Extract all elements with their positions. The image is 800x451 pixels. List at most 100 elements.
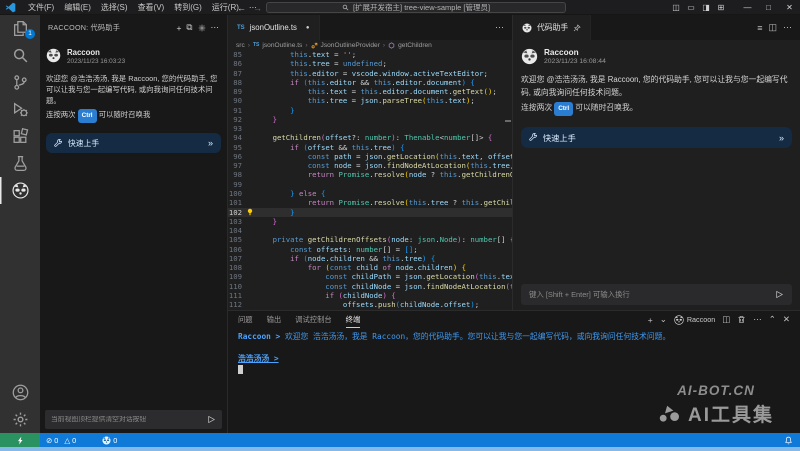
close-x-icon[interactable]: ✕ [783,314,790,325]
assistant-chat-input[interactable] [529,290,770,299]
activity-search-icon[interactable] [0,42,40,69]
line-text: offsets.push(childNode.offset); [255,300,512,309]
terminal-selector[interactable]: Raccoon [674,315,715,325]
panel-tab-调试控制台[interactable]: 调试控制台 [295,311,331,328]
activity-explorer-icon[interactable]: 1 [0,15,40,42]
code-line-107[interactable]: 107 if (node.children && this.tree) { [228,254,512,263]
sidebar-chat-inputbox[interactable] [45,410,222,429]
editor-group-code: TS jsonOutline.ts ● ⋯ src›TSjsonOutline.… [228,15,512,310]
panel-tab-问题[interactable]: 问题 [238,311,253,328]
back-icon[interactable]: ← [237,3,246,13]
notifications-bell[interactable] [784,436,800,445]
toggle-secondary-icon[interactable]: ◨ [700,3,712,12]
tab-assistant[interactable]: 代码助手 [513,15,591,40]
line-text: } [255,115,512,124]
menu-item-4[interactable]: 转到(G) [169,0,207,15]
menu-item-2[interactable]: 选择(S) [96,0,133,15]
watermark-text-1: AI-BOT.CN [658,383,774,398]
send-icon[interactable] [207,415,216,424]
activity-account-icon[interactable] [0,379,40,406]
minimize-icon[interactable]: — [737,3,758,12]
menu-item-0[interactable]: 文件(F) [23,0,59,15]
code-line-102[interactable]: 102 } [228,208,512,217]
code-line-111[interactable]: 111 if (childNode) { [228,291,512,300]
command-center-search[interactable]: [扩展开发宿主] tree-view-sample [管理员] [266,2,566,13]
assistant-chat-inputbox[interactable] [521,284,792,305]
code-line-97[interactable]: 97 const node = json.findNodeAtLocation(… [228,161,512,170]
remote-indicator[interactable] [0,433,40,447]
code-line-91[interactable]: 91 } [228,106,512,115]
send-icon[interactable] [775,290,784,299]
more-icon[interactable]: ⋯ [753,314,762,325]
code-line-87[interactable]: 87 this.editor = vscode.window.activeTex… [228,69,512,78]
breadcrumb-item[interactable]: getChildren [398,42,432,49]
toggle-panel-icon[interactable]: ▭ [685,3,697,12]
quickstart-button[interactable]: 快速上手 » [521,127,792,148]
toggle-sidebar-icon[interactable]: ◫ [670,3,682,12]
menu-icon[interactable]: ≡ [757,23,762,33]
more-icon[interactable]: ⋯ [211,22,220,33]
chevron-up-icon[interactable]: ⌃ [769,314,776,325]
maximize-icon[interactable]: □ [758,3,779,12]
code-line-105[interactable]: 105 private getChildrenOffsets(node: jso… [228,235,512,244]
menu-item-3[interactable]: 查看(V) [133,0,170,15]
code-line-88[interactable]: 88 if (this.editor && this.editor.docume… [228,78,512,87]
settings-small-icon[interactable] [198,24,206,32]
split-icon[interactable]: ◫ [722,314,730,325]
pin-icon[interactable] [573,24,581,32]
code-line-106[interactable]: 106 const offsets: number[] = []; [228,245,512,254]
code-line-99[interactable]: 99 [228,180,512,189]
raccoon-status[interactable]: 0 [96,436,123,445]
code-line-109[interactable]: 109 const childPath = json.getLocation(t… [228,272,512,281]
panel-tab-输出[interactable]: 输出 [267,311,282,328]
code-line-101[interactable]: 101 return Promise.resolve(this.tree ? t… [228,198,512,207]
trash-icon[interactable] [737,315,746,324]
sidebar-chat-input[interactable] [51,416,203,423]
code-line-92[interactable]: 92 } [228,115,512,124]
layout-icon[interactable]: ⊞ [715,3,727,12]
activity-testing-icon[interactable] [0,150,40,177]
problems-status[interactable]: ⊘ 0 △ 0 [40,436,82,445]
code-line-89[interactable]: 89 this.text = this.editor.document.getT… [228,87,512,96]
code-line-108[interactable]: 108 for (const child of node.children) { [228,263,512,272]
code-line-85[interactable]: 85 this.text = ''; [228,50,512,59]
code-line-103[interactable]: 103 } [228,217,512,226]
code-line-90[interactable]: 90 this.tree = json.parseTree(this.text)… [228,96,512,105]
assistant-panel-body: Raccoon 2023/11/23 16:08:44 欢迎您 @浩浩汤汤, 我… [513,40,800,310]
panel-tab-终端[interactable]: 终端 [346,311,361,328]
activity-extensions-icon[interactable] [0,123,40,150]
chevron-down-icon[interactable]: ⌄ [660,314,667,325]
plus-icon[interactable]: + [648,315,653,325]
code-line-104[interactable]: 104 [228,226,512,235]
code-line-98[interactable]: 98 return Promise.resolve(node ? this.ge… [228,170,512,179]
export-icon[interactable]: ⧉ [186,22,192,33]
breadcrumb[interactable]: src›TSjsonOutline.ts›JsonOutlineProvider… [228,40,512,50]
activity-source-control-icon[interactable] [0,69,40,96]
code-editor[interactable]: 85 this.text = '';86 this.tree = undefin… [228,50,512,310]
split-icon[interactable]: ◫ [768,22,777,33]
quickstart-button[interactable]: 快速上手 » [46,133,221,153]
close-icon[interactable]: ✕ [779,3,800,12]
code-line-95[interactable]: 95 if (offset && this.tree) { [228,143,512,152]
code-line-100[interactable]: 100 } else { [228,189,512,198]
code-line-112[interactable]: 112 offsets.push(childNode.offset); [228,300,512,309]
code-line-110[interactable]: 110 const childNode = json.findNodeAtLoc… [228,282,512,291]
code-line-93[interactable]: 93 [228,124,512,133]
breadcrumb-item[interactable]: jsonOutline.ts [262,42,302,49]
breadcrumb-item[interactable]: src [236,42,245,49]
code-line-86[interactable]: 86 this.tree = undefined; [228,59,512,68]
code-line-96[interactable]: 96 const path = json.getLocation(this.te… [228,152,512,161]
activity-raccoon-icon[interactable] [0,177,40,204]
more-icon[interactable]: ⋯ [495,22,504,33]
activity-settings-icon[interactable] [0,406,40,433]
menu-item-1[interactable]: 编辑(E) [59,0,96,15]
breadcrumb-item[interactable]: JsonOutlineProvider [321,42,380,49]
gutter-margin [246,180,255,189]
activity-run-debug-icon[interactable] [0,96,40,123]
forward-icon[interactable]: → [253,3,262,13]
more-icon[interactable]: ⋯ [783,22,792,33]
tab-jsonoutline[interactable]: TS jsonOutline.ts ● [228,15,320,40]
code-line-94[interactable]: 94 getChildren(offset?: number): Thenabl… [228,133,512,142]
new-chat-icon[interactable]: + [176,23,181,33]
lightbulb-icon[interactable] [246,208,255,217]
